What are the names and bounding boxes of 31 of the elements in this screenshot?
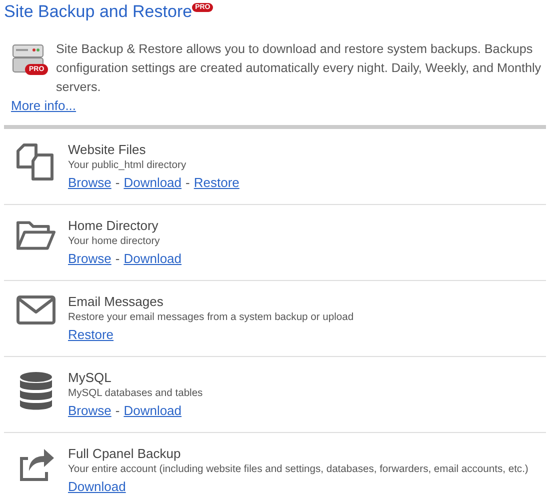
action-link[interactable]: Browse <box>68 173 112 192</box>
action-link[interactable]: Download <box>124 401 182 420</box>
section-title: Home Directory <box>68 217 160 235</box>
section-description: MySQL databases and tables <box>68 387 203 401</box>
folder-icon <box>16 219 56 251</box>
action-link[interactable]: Download <box>68 477 126 496</box>
page-title: Site Backup and Restore <box>4 2 192 22</box>
share-icon <box>17 447 55 483</box>
action-link[interactable]: Download <box>124 249 182 268</box>
section-title: Website Files <box>68 141 147 159</box>
database-icon <box>19 371 53 411</box>
action-link[interactable]: Browse <box>68 401 112 420</box>
section-description: Your entire account (including website files and settings, databases, forwarders, email accounts, etc.) <box>68 463 528 477</box>
action-link[interactable]: Restore <box>194 173 240 192</box>
action-link[interactable]: Restore <box>68 325 114 344</box>
envelope-icon <box>16 295 56 325</box>
section-title: Email Messages <box>68 293 164 311</box>
section-title: Full Cpanel Backup <box>68 445 182 463</box>
description-text: Site Backup & Restore allows you to download and restore system backups. Backups configuration settings are created automatically every night. Daily, Weekly, and Monthly servers. <box>56 41 542 96</box>
separator-dash: - <box>115 402 120 420</box>
section-description: Your home directory <box>68 235 161 249</box>
section-title: MySQL <box>68 369 112 387</box>
section-description: Restore your email messages from a system backup or upload <box>68 311 354 325</box>
documents-icon <box>16 143 56 181</box>
separator-dash: - <box>186 174 190 192</box>
separator-dash: - <box>115 250 120 268</box>
separator-dash: - <box>115 174 120 192</box>
action-link[interactable]: Download <box>124 173 182 192</box>
section-description: Your public_html directory <box>68 159 188 173</box>
action-link[interactable]: Browse <box>68 249 112 268</box>
more-info-link[interactable]: More info... <box>11 98 76 113</box>
